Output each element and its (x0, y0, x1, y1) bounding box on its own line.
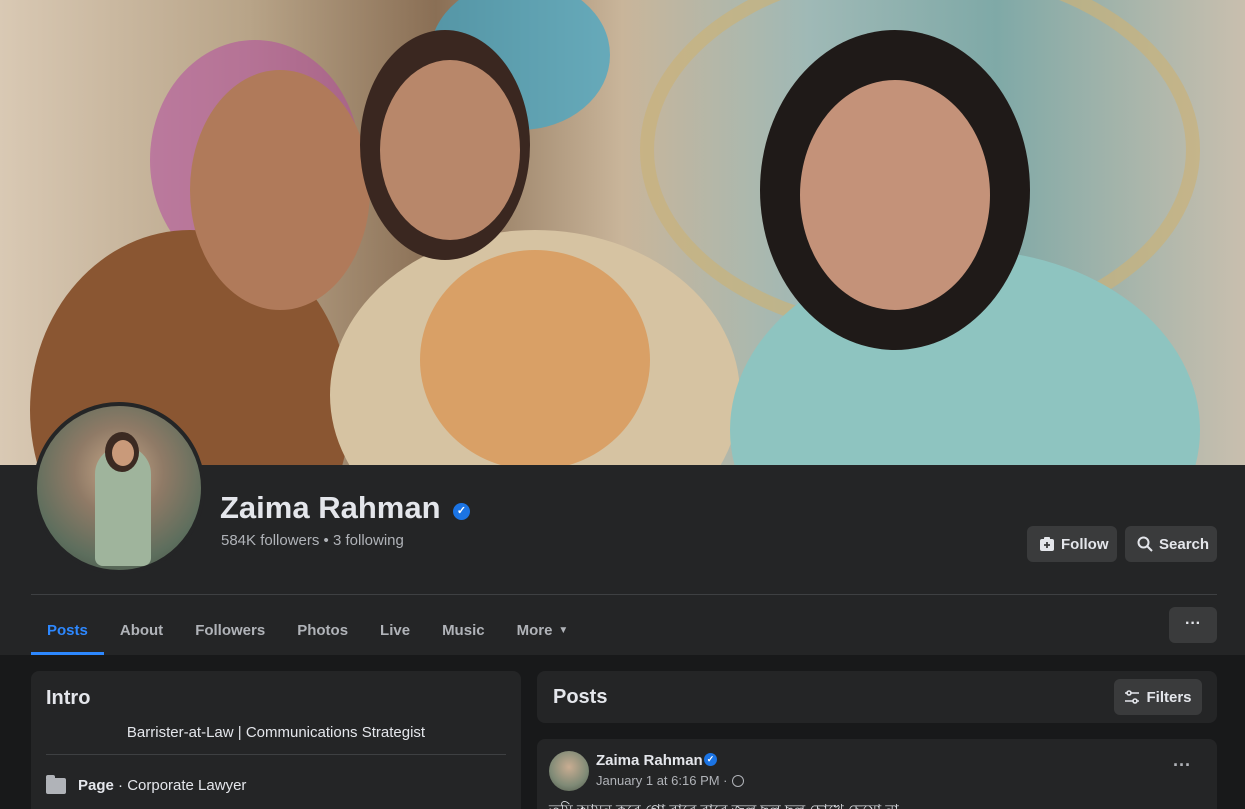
profile-picture[interactable] (33, 402, 205, 574)
post-timestamp[interactable]: January 1 at 6:16 PM · (596, 773, 728, 788)
tab-music[interactable]: Music (426, 605, 501, 655)
post-text: তুমি আমন করে গো বারে বারে জল ছল ছল চোখে … (549, 799, 899, 809)
profile-name: Zaima Rahman (220, 490, 441, 525)
tab-about[interactable]: About (104, 605, 179, 655)
cover-photo[interactable] (0, 0, 1245, 465)
caret-down-icon: ▼ (558, 624, 569, 636)
intro-bio: Barrister-at-Law | Communications Strate… (126, 724, 426, 741)
tab-photos[interactable]: Photos (281, 605, 364, 655)
header-divider (31, 594, 1217, 595)
tab-more-label: More (516, 621, 553, 639)
follow-button[interactable]: Follow (1027, 526, 1117, 562)
search-icon (1137, 536, 1153, 552)
follow-icon (1039, 536, 1055, 552)
tab-followers[interactable]: Followers (179, 605, 281, 655)
profile-options-button[interactable]: ··· (1169, 607, 1217, 643)
profile-tabs: Posts About Followers Photos Live Music … (31, 605, 584, 655)
search-button[interactable]: Search (1125, 526, 1217, 562)
page-label: Page (78, 777, 114, 794)
tab-live[interactable]: Live (364, 605, 426, 655)
tab-posts[interactable]: Posts (31, 605, 104, 655)
page-category: · Corporate Lawyer (113, 777, 247, 794)
intro-divider (46, 754, 506, 755)
intro-title: Intro (46, 687, 91, 709)
post-meta: January 1 at 6:16 PM · (596, 773, 744, 788)
intro-card: Intro Barrister-at-Law | Communications … (31, 671, 521, 809)
post-card: Zaima Rahman ✓ January 1 at 6:16 PM · ··… (537, 739, 1217, 809)
search-label: Search (1159, 535, 1210, 553)
verified-badge-icon: ✓ (704, 753, 717, 766)
posts-title: Posts (553, 686, 608, 708)
globe-icon (731, 774, 744, 787)
filters-button[interactable]: Filters (1114, 679, 1202, 715)
post-author-avatar[interactable] (549, 751, 589, 791)
follow-label: Follow (1061, 535, 1109, 553)
verified-badge-icon: ✓ (453, 503, 470, 520)
folder-icon (46, 774, 66, 794)
sliders-icon (1124, 689, 1140, 705)
follower-stats[interactable]: 584K followers • 3 following (221, 532, 404, 549)
page-category-row: Page · Corporate Lawyer (46, 774, 247, 794)
post-options-button[interactable]: ··· (1173, 755, 1191, 776)
filters-label: Filters (1146, 688, 1192, 706)
tab-more[interactable]: More ▼ (501, 605, 585, 655)
post-author-name[interactable]: Zaima Rahman (596, 752, 703, 769)
posts-header-card: Posts Filters (537, 671, 1217, 723)
